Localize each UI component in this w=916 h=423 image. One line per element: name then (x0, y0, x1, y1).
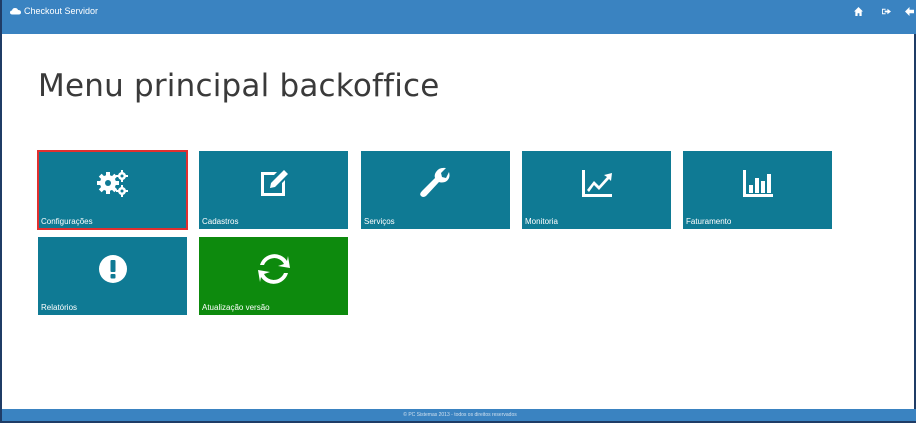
bar-chart-icon (742, 170, 773, 197)
brand[interactable]: Checkout Servidor (10, 4, 98, 18)
tile-label: Configurações (41, 217, 93, 226)
back-arrow-icon (904, 6, 914, 16)
topbar-actions (844, 3, 916, 19)
tile-monitoria[interactable]: Monitoria (522, 151, 671, 229)
edit-icon (260, 170, 288, 196)
tile-relatorios[interactable]: Relatórios (38, 237, 187, 315)
tile-servicos[interactable]: Serviços (361, 151, 510, 229)
footer: © PC Sistemas 2013 - todos os direitos r… (2, 409, 916, 421)
app-title: Checkout Servidor (24, 6, 99, 16)
tile-label: Relatórios (41, 303, 78, 312)
wrench-icon (419, 167, 449, 197)
tile-label: Cadastros (202, 217, 239, 226)
app-window: Checkout Servidor Menu principal backoff… (0, 0, 916, 423)
home-button[interactable] (844, 3, 872, 19)
tile-label: Atualização versão (202, 303, 270, 312)
tile-label: Monitoria (525, 217, 558, 226)
tile-atualizacao-versao[interactable]: Atualização versão (199, 237, 348, 315)
cloud-icon (10, 8, 21, 15)
home-icon (853, 6, 863, 16)
tile-label: Serviços (364, 217, 395, 226)
exclamation-icon (98, 255, 127, 283)
logout-button[interactable] (872, 3, 900, 19)
line-chart-icon (581, 170, 612, 197)
tile-faturamento[interactable]: Faturamento (683, 151, 832, 229)
gears-icon (96, 170, 128, 197)
tile-cadastros[interactable]: Cadastros (199, 151, 348, 229)
tile-configuracoes[interactable]: Configurações (37, 150, 188, 230)
tile-label: Faturamento (686, 217, 732, 226)
logout-icon (881, 8, 891, 14)
refresh-icon (257, 254, 290, 284)
back-button[interactable] (900, 3, 916, 19)
page-title: Menu principal backoffice (38, 68, 440, 104)
top-navbar: Checkout Servidor (2, 0, 916, 34)
footer-copyright: © PC Sistemas 2013 - todos os direitos r… (403, 412, 517, 418)
